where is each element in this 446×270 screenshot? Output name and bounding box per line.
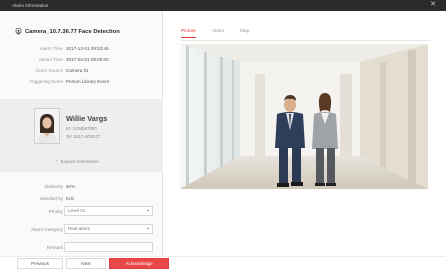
detail-row-saved-time: Saved Time 2017-04-01 09:00:00 — [0, 57, 163, 65]
detail-label: Saved Time — [38, 57, 63, 62]
alarm-category-label: Alarm Category — [31, 227, 63, 232]
camera-title: Camera_10.7.36.77 Face Detection — [25, 28, 120, 35]
acknowledge-button[interactable]: Acknowledge — [109, 258, 169, 269]
chevron-down-icon: ▾ — [146, 226, 149, 231]
face-image — [35, 109, 59, 143]
chevron-right-icon: › — [56, 158, 58, 164]
alarm-category-value: Real alarm — [68, 226, 91, 231]
remark-label: Remark — [46, 245, 63, 250]
alarm-category-row: Alarm Category Real alarm ▾ — [0, 224, 163, 236]
dialog-footer: Previous Next Acknowledge — [0, 256, 446, 270]
detail-value: Camera 01 — [66, 68, 89, 73]
camera-header: Camera_10.7.36.77 Face Detection — [15, 28, 120, 35]
chevron-down-icon: ▾ — [146, 208, 149, 213]
face-thumbnail[interactable] — [34, 108, 60, 144]
metric-value: Edit — [66, 196, 74, 201]
detail-value: 2017-12-01 09:53:45 — [66, 46, 109, 51]
tabs-divider — [181, 40, 431, 41]
detail-value: 2017-04-01 09:00:00 — [66, 57, 109, 62]
captured-picture[interactable] — [180, 44, 428, 189]
priority-value: Level 01 — [68, 208, 86, 213]
person-tel: Tel: 2017-4/00127 — [66, 134, 101, 139]
scene-image — [180, 44, 428, 189]
camera-icon — [15, 28, 22, 35]
metric-label: Similarity — [44, 184, 63, 189]
media-tabs: Picture Video Map — [181, 29, 265, 38]
alarm-details-panel: Camera_10.7.36.77 Face Detection Alarm T… — [0, 11, 163, 256]
detail-label: Alarm Time — [39, 46, 63, 51]
detail-row-alarm-source: Alarm Source Camera 01 — [0, 68, 163, 76]
close-icon[interactable]: ✕ — [430, 1, 436, 9]
person-name: Willie Vargs — [66, 114, 108, 123]
detail-row-triggering-event: Triggering Event Person Library Event — [0, 79, 163, 87]
tab-picture[interactable]: Picture — [181, 29, 196, 38]
priority-select[interactable]: Level 01 ▾ — [64, 206, 153, 216]
detail-row-alarm-time: Alarm Time 2017-12-01 09:53:45 — [0, 46, 163, 54]
detail-label: Alarm Source — [35, 68, 63, 73]
tab-map[interactable]: Map — [240, 29, 249, 38]
detail-value: Person Library Event — [66, 79, 109, 84]
expand-information-label: Expand Information — [60, 158, 99, 164]
detail-label: Triggering Event — [29, 79, 63, 84]
priority-row: Priority Level 01 ▾ — [0, 206, 163, 218]
next-button[interactable]: Next — [66, 258, 106, 269]
previous-button[interactable]: Previous — [17, 258, 63, 269]
remark-input[interactable] — [64, 242, 153, 252]
person-id: ID: 1234567890 — [66, 126, 97, 131]
window-titlebar: Alarm Information ✕ — [0, 0, 446, 11]
window-title: Alarm Information — [12, 3, 49, 8]
person-card: Willie Vargs ID: 1234567890 Tel: 2017-4/… — [0, 99, 163, 172]
metric-label: Handled by — [39, 196, 63, 201]
expand-information-link[interactable]: › Expand Information — [56, 158, 99, 164]
metric-value: 80% — [66, 184, 76, 189]
alarm-category-select[interactable]: Real alarm ▾ — [64, 224, 153, 234]
priority-label: Priority — [48, 209, 63, 214]
tab-video[interactable]: Video — [212, 29, 224, 38]
remark-row: Remark — [0, 242, 163, 254]
